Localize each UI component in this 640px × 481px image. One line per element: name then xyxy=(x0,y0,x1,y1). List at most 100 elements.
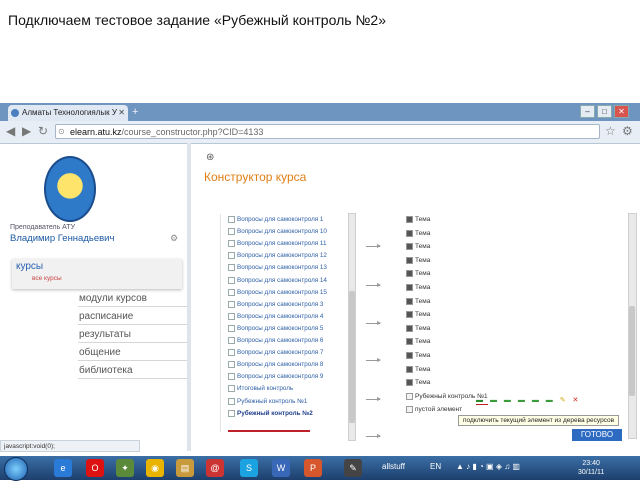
forward-icon[interactable]: ▶ xyxy=(22,124,31,138)
course-tree-item-label: Тема xyxy=(415,216,431,224)
expand-icon[interactable] xyxy=(228,324,235,332)
move-down-icon[interactable]: ▬ xyxy=(504,397,511,404)
clock[interactable]: 23:40 30/11/11 xyxy=(578,459,604,477)
address-path: /course_constructor.php?CID=4133 xyxy=(121,127,264,137)
resource-tree-item[interactable]: Вопросы для самоконтроля 13 xyxy=(228,264,327,272)
star-icon[interactable]: ☆ xyxy=(605,124,616,138)
close-tab-icon[interactable]: ✕ xyxy=(118,105,125,121)
address-bar[interactable]: elearn.atu.kz/course_constructor.php?CID… xyxy=(55,124,600,139)
expand-icon[interactable] xyxy=(228,409,235,417)
menu-item-communication[interactable]: общение xyxy=(78,346,189,361)
expand-icon[interactable] xyxy=(228,361,235,369)
done-button[interactable]: ГОТОВО xyxy=(572,429,622,441)
resource-tree-item[interactable]: Вопросы для самоконтроля 7 xyxy=(228,349,323,356)
delete-icon[interactable]: ✕ xyxy=(573,396,579,404)
all-courses-link[interactable]: все курсы xyxy=(32,275,62,282)
expand-icon[interactable] xyxy=(228,276,235,284)
chrome-icon[interactable]: ◉ xyxy=(146,459,164,477)
course-tree-item[interactable]: Тема xyxy=(406,284,430,291)
resource-tree-item[interactable]: Вопросы для самоконтроля 1 xyxy=(228,216,323,223)
course-tree-item[interactable]: Тема xyxy=(406,365,430,373)
indent-icon[interactable]: ▬ xyxy=(518,397,525,404)
taskbar-app-label[interactable]: allstuff xyxy=(382,462,405,471)
course-tree-item[interactable]: Тема xyxy=(406,324,430,332)
resource-tree-item[interactable]: Вопросы для самоконтроля 14 xyxy=(228,276,327,284)
menu-item-library[interactable]: библиотека xyxy=(78,364,189,379)
expand-icon[interactable] xyxy=(228,228,235,236)
skype-icon[interactable]: S xyxy=(240,459,258,477)
course-tree-item[interactable]: Тема xyxy=(406,297,430,305)
course-scrollbar-thumb[interactable] xyxy=(629,306,635,396)
courses-label[interactable]: курсы xyxy=(16,261,43,272)
expand-icon[interactable] xyxy=(228,349,235,357)
move-up-icon[interactable]: ▬ xyxy=(490,397,497,404)
expand-icon[interactable] xyxy=(228,252,235,260)
reload-icon[interactable]: ↻ xyxy=(38,124,48,138)
language-indicator[interactable]: EN xyxy=(430,462,441,471)
resource-tree-item[interactable]: Вопросы для самоконтроля 12 xyxy=(228,252,327,259)
insert-icon[interactable]: ▬ xyxy=(546,397,553,404)
toggle-icon[interactable]: ⊛ xyxy=(206,152,214,163)
expand-icon[interactable] xyxy=(228,300,235,308)
course-tree-item[interactable]: Тема xyxy=(406,229,430,237)
resource-tree-item[interactable]: Вопросы для самоконтроля 8 xyxy=(228,361,323,368)
expand-icon[interactable] xyxy=(228,216,235,223)
course-tree-item[interactable]: Тема xyxy=(406,243,430,250)
back-icon[interactable]: ◀ xyxy=(6,124,15,138)
outdent-icon[interactable]: ▬ xyxy=(532,397,539,404)
course-tree-item[interactable]: Рубежный контроль №1 xyxy=(406,392,488,400)
browser-tab[interactable]: Алматы Технологиялык У ✕ xyxy=(8,105,128,121)
course-tree-item[interactable]: Тема xyxy=(406,216,430,223)
expand-icon[interactable] xyxy=(228,312,235,320)
minimize-icon[interactable]: – xyxy=(580,105,595,118)
resource-tree-item[interactable]: Вопросы для самоконтроля 5 xyxy=(228,324,323,332)
resource-tree-item[interactable]: Вопросы для самоконтроля 10 xyxy=(228,228,327,235)
resource-tree-item[interactable]: Рубежный контроль №1 xyxy=(228,397,307,405)
app-icon[interactable]: ✦ xyxy=(116,459,134,477)
expand-icon[interactable] xyxy=(228,337,235,344)
wrench-icon[interactable]: ⚙ xyxy=(622,124,633,138)
course-tree-item[interactable]: Тема xyxy=(406,352,430,359)
expand-icon[interactable] xyxy=(228,385,235,393)
node-icon xyxy=(406,352,413,359)
folder-icon[interactable]: ▤ xyxy=(176,459,194,477)
resource-tree-item[interactable]: Вопросы для самоконтроля 11 xyxy=(228,240,326,247)
expand-icon[interactable] xyxy=(228,240,235,248)
opera-icon[interactable]: O xyxy=(86,459,104,477)
expand-icon[interactable] xyxy=(228,373,235,381)
edit-pencil-icon[interactable]: ✎ xyxy=(560,396,566,404)
mail-icon[interactable]: @ xyxy=(206,459,224,477)
resource-tree-item[interactable]: Вопросы для самоконтроля 9 xyxy=(228,373,323,380)
resource-tree-item[interactable]: Вопросы для самоконтроля 15 xyxy=(228,288,327,296)
close-window-icon[interactable]: ✕ xyxy=(614,105,629,118)
resource-tree-item[interactable]: Вопросы для самоконтроля 4 xyxy=(228,312,323,320)
menu-item-modules[interactable]: модули курсов xyxy=(78,292,189,307)
maximize-icon[interactable]: □ xyxy=(597,105,612,118)
course-tree-item[interactable]: Тема xyxy=(406,338,430,346)
start-button[interactable] xyxy=(4,457,28,481)
word-icon[interactable]: W xyxy=(272,459,290,477)
course-tree-item[interactable]: Тема xyxy=(406,379,430,386)
resource-tree-item[interactable]: Рубежный контроль №2 xyxy=(228,409,313,417)
ie-icon[interactable]: e xyxy=(54,459,72,477)
course-tree-item[interactable]: Тема xyxy=(406,256,430,264)
expand-icon[interactable] xyxy=(228,397,235,405)
expand-icon[interactable] xyxy=(228,288,235,296)
expand-icon[interactable] xyxy=(228,264,235,272)
new-tab-icon[interactable]: + xyxy=(132,106,138,118)
user-name[interactable]: Владимир Геннадьевич xyxy=(10,233,114,244)
course-tree-item[interactable]: пустой элемент xyxy=(406,406,462,414)
course-tree-item[interactable]: Тема xyxy=(406,270,430,278)
editor-icon[interactable]: ✎ xyxy=(344,459,362,477)
course-tree-item[interactable]: Тема xyxy=(406,311,430,318)
powerpoint-icon[interactable]: P xyxy=(304,459,322,477)
menu-item-schedule[interactable]: расписание xyxy=(78,310,189,325)
tray-icons[interactable]: ▲ ♪ ▮ ◔ ▣ ◈ ♫ ▥ xyxy=(456,462,520,471)
courses-box[interactable]: курсы все курсы xyxy=(12,259,182,289)
user-settings-icon[interactable]: ⚙ xyxy=(170,233,178,244)
resource-tree-item[interactable]: Итоговый контроль xyxy=(228,385,293,393)
resource-tree-item[interactable]: Вопросы для самоконтроля 3 xyxy=(228,300,323,308)
resource-tree-item[interactable]: Вопросы для самоконтроля 6 xyxy=(228,337,323,344)
resource-scrollbar-thumb[interactable] xyxy=(349,291,355,423)
menu-item-results[interactable]: результаты xyxy=(78,328,189,343)
